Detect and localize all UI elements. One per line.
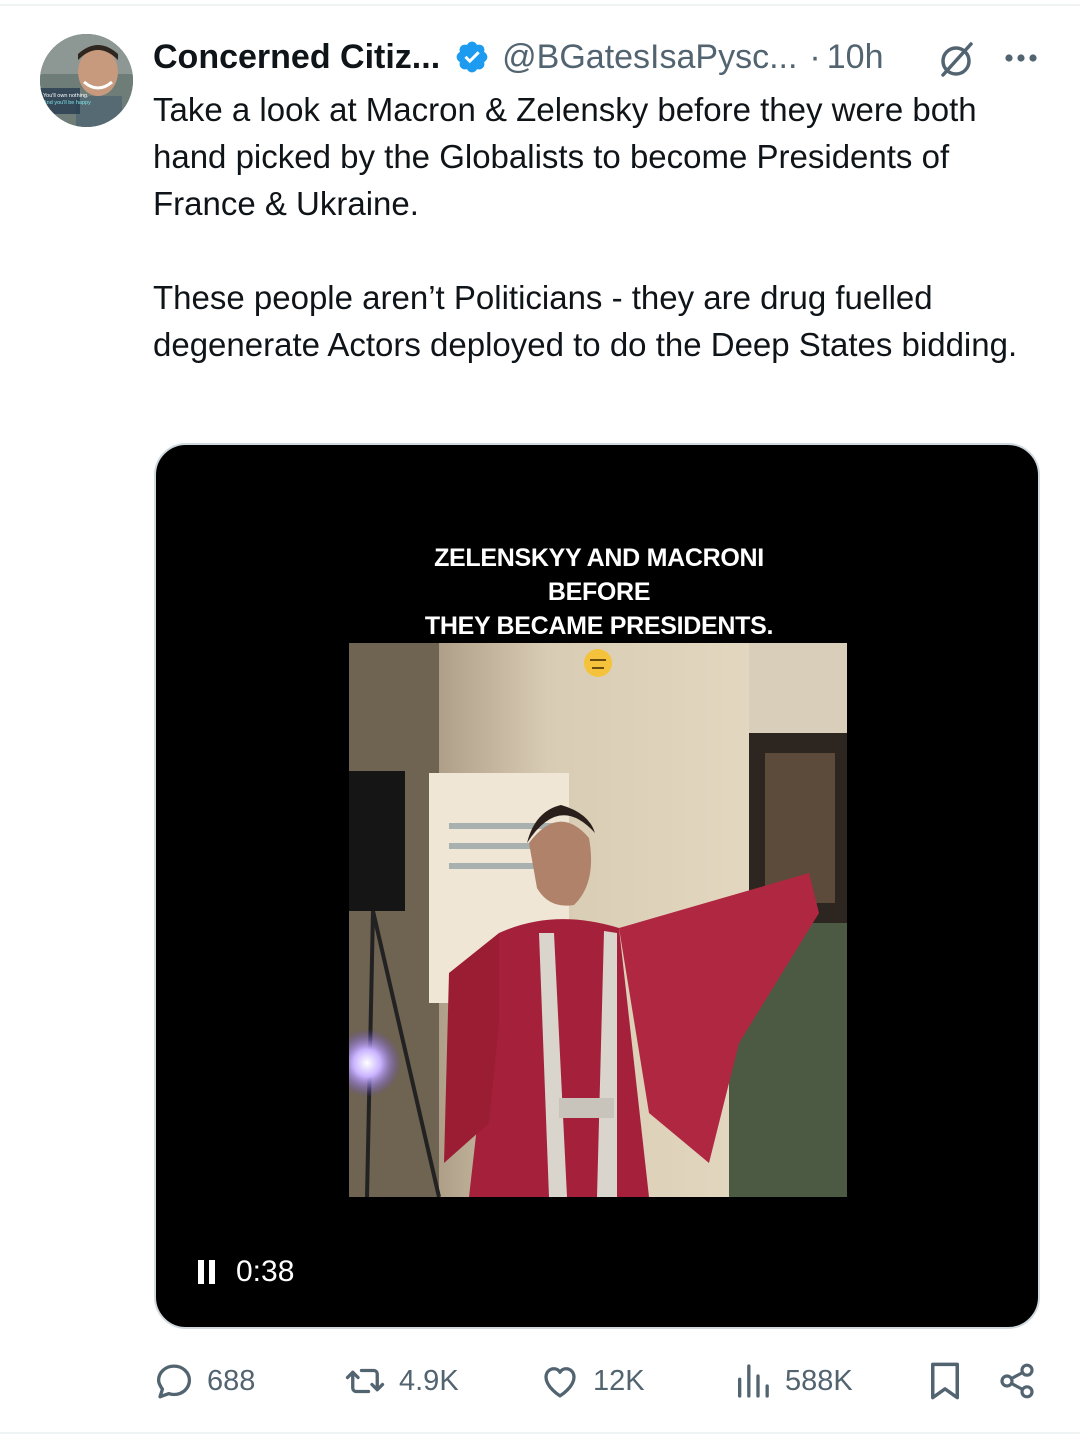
reply-icon [156,1364,192,1399]
bookmark-icon [931,1362,959,1400]
bookmark-button[interactable] [927,1358,963,1404]
more-icon[interactable] [1001,40,1041,74]
like-button[interactable]: 12K [539,1358,645,1404]
repost-button[interactable]: 4.9K [343,1358,459,1404]
views-icon [738,1364,769,1398]
tweet-paragraph: These people aren’t Politicians - they a… [153,279,1018,363]
repost-icon [345,1368,385,1394]
grok-icon[interactable] [935,38,977,80]
video-frame[interactable] [349,643,847,1197]
share-button[interactable] [997,1358,1037,1404]
pause-icon[interactable] [198,1260,218,1284]
user-handle[interactable]: @BGatesIsaPysc... [502,38,797,77]
display-name[interactable]: Concerned Citiz... [153,38,440,77]
bottom-divider [0,1432,1080,1434]
avatar-overlay-line-2: And you'll be happy [43,100,91,106]
views-button[interactable]: 588K [733,1358,853,1404]
video-player[interactable]: ZELENSKYY AND MACRONI BEFORE THEY BECAME… [154,443,1040,1329]
share-icon [1000,1363,1034,1399]
video-caption: ZELENSKYY AND MACRONI BEFORE THEY BECAME… [156,541,1038,643]
reply-button[interactable]: 688 [153,1358,255,1404]
heart-icon [544,1367,576,1398]
video-frame-image [349,643,847,1197]
tweet-text: Take a look at Macron & Zelensky before … [153,86,1053,368]
repost-count: 4.9K [399,1364,459,1397]
separator-dot: · [809,37,821,76]
avatar-image: You'll own nothing. And you'll be happy [40,34,133,127]
top-divider [0,4,1080,6]
tweet-header: Concerned Citiz... @BGatesIsaPysc... · 1… [153,34,1043,80]
caption-line: ZELENSKYY AND MACRONI [434,544,764,572]
avatar-overlay-line-1: You'll own nothing. [43,93,89,99]
video-time: 0:38 [236,1255,295,1288]
avatar[interactable]: You'll own nothing. And you'll be happy [40,34,133,127]
tweet-paragraph: Take a look at Macron & Zelensky before … [153,91,977,222]
video-controls: 0:38 [198,1255,294,1289]
timestamp[interactable]: 10h [827,38,884,77]
caption-line: THEY BECAME PRESIDENTS. [424,612,774,640]
reply-count: 688 [207,1364,256,1397]
caption-line: BEFORE [547,578,651,606]
views-count: 588K [785,1364,853,1397]
like-count: 12K [593,1364,645,1397]
action-bar: 688 4.9K 12K 588K [153,1358,1039,1404]
verified-badge-icon[interactable] [454,39,490,75]
expressionless-face-icon [584,649,612,677]
